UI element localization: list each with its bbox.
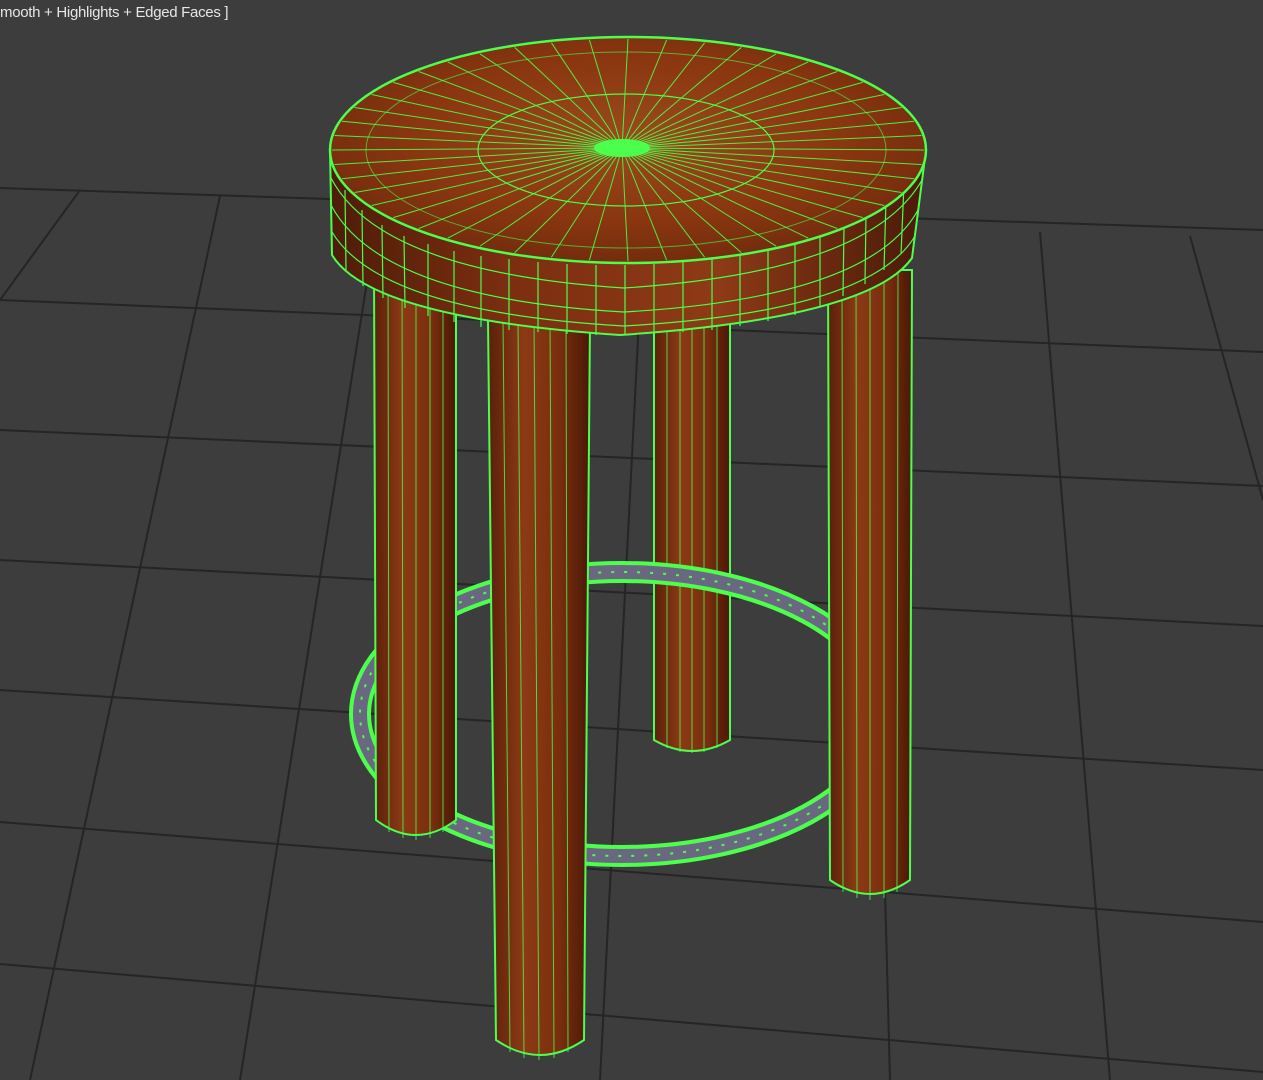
viewport-scene[interactable] xyxy=(0,0,1263,1080)
stool-leg-left[interactable] xyxy=(372,269,457,840)
stool-leg-right[interactable] xyxy=(826,269,914,900)
seat-center-vertex-cluster xyxy=(594,139,650,157)
stool-leg-back[interactable] xyxy=(653,319,731,753)
viewport-perspective[interactable]: mooth + Highlights + Edged Faces ] xyxy=(0,0,1263,1080)
stool-seat-top[interactable] xyxy=(328,35,928,265)
stool-leg-front[interactable] xyxy=(486,319,592,1061)
viewport-shading-label[interactable]: mooth + Highlights + Edged Faces ] xyxy=(0,4,229,21)
